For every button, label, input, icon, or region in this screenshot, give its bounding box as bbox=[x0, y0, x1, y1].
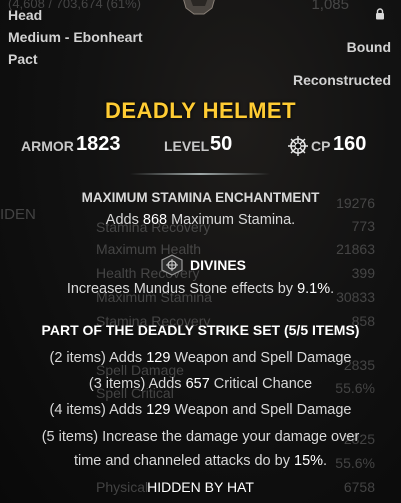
helmet-icon bbox=[183, 0, 215, 15]
item-slot: Head bbox=[8, 7, 43, 23]
background-stat-label: Maximum Health bbox=[96, 241, 202, 257]
reconstructed-status: Reconstructed bbox=[292, 72, 391, 88]
enchantment-value: 868 bbox=[142, 212, 168, 228]
stats-row: ARMOR 1823 LEVEL 50 CP 160 bbox=[0, 132, 401, 158]
item-tooltip: IDEN Stamina Recovery Maximum Health Hea… bbox=[0, 0, 401, 503]
lock-icon[interactable] bbox=[375, 8, 385, 20]
set-bonus-line: (3 items) Adds 657 Critical Chance bbox=[88, 376, 313, 392]
divines-trait-icon bbox=[161, 254, 183, 276]
set-bonus-value: 15% bbox=[294, 453, 324, 469]
bound-status: Bound bbox=[346, 39, 391, 55]
set-bonus-line: (5 items) Increase the damage your damag… bbox=[41, 429, 360, 445]
set-bonus-line: (4 items) Adds 129 Weapon and Spell Dama… bbox=[49, 402, 352, 418]
armor-label: ARMOR bbox=[21, 138, 74, 154]
enchantment-text: Adds 868 Maximum Stamina. bbox=[105, 212, 296, 228]
set-title: PART OF THE DEADLY STRIKE SET (5/5 ITEMS… bbox=[41, 322, 360, 338]
trait-value: 9.1% bbox=[297, 281, 331, 297]
cp-label: CP bbox=[311, 138, 331, 154]
set-bonus-value: 129 bbox=[146, 350, 171, 366]
item-name: DEADLY HELMET bbox=[104, 98, 297, 123]
item-weight-style-line2: Pact bbox=[8, 51, 38, 67]
enchantment-title: MAXIMUM STAMINA ENCHANTMENT bbox=[81, 190, 320, 205]
set-bonus-value: 129 bbox=[146, 402, 171, 418]
background-stat-value: 399 bbox=[351, 265, 375, 281]
level-label: LEVEL bbox=[164, 138, 210, 154]
trait-text: Increases Mundus Stone effects by 9.1%. bbox=[66, 281, 335, 297]
hidden-status: HIDDEN BY HAT bbox=[147, 479, 254, 495]
item-weight-style: Medium - Ebonheart bbox=[8, 29, 143, 45]
background-stat-value: 21863 bbox=[336, 241, 375, 257]
cp-value: 160 bbox=[333, 133, 367, 155]
champion-icon bbox=[288, 136, 308, 156]
set-bonus-line-cont: time and channeled attacks do by 15%. bbox=[73, 453, 328, 469]
top-right-number: 1,085 bbox=[311, 0, 349, 13]
set-bonus-value: 657 bbox=[185, 376, 210, 392]
armor-value: 1823 bbox=[76, 133, 121, 155]
trait-name: DIVINES bbox=[190, 257, 247, 273]
divider bbox=[130, 173, 270, 175]
level-value: 50 bbox=[210, 133, 233, 155]
set-bonus-line: (2 items) Adds 129 Weapon and Spell Dama… bbox=[49, 350, 352, 366]
